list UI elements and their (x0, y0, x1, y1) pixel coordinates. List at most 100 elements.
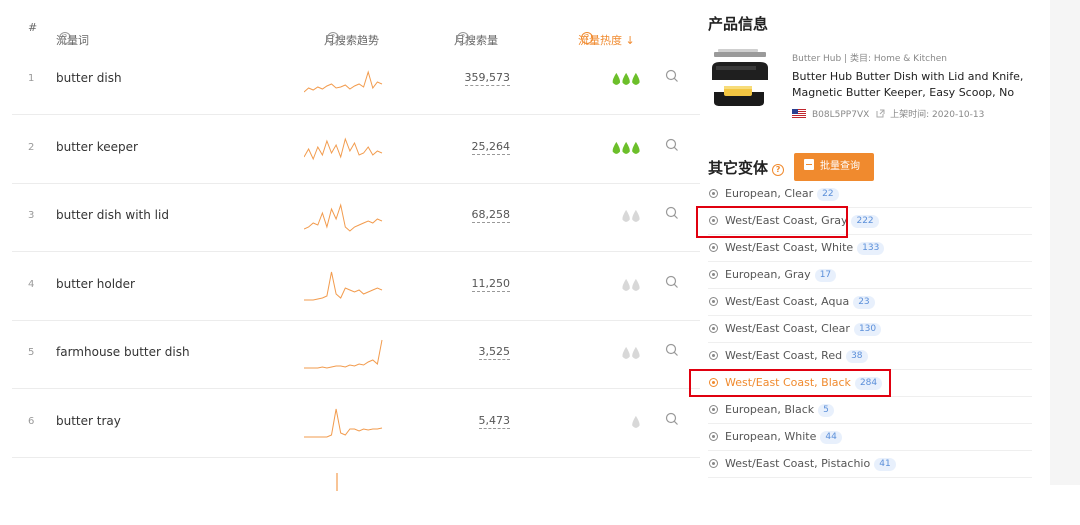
search-volume[interactable]: 359,573 (464, 71, 510, 86)
batch-query-label: 批量查询 (820, 161, 860, 172)
trend-sparkline[interactable] (304, 262, 384, 306)
product-image[interactable] (708, 46, 770, 112)
variant-count-badge: 22 (817, 188, 839, 201)
heat-drop-icon (632, 278, 640, 291)
variant-item[interactable]: West/East Coast, Clear 130 (708, 316, 1032, 343)
keyword-link[interactable]: butter keeper (56, 140, 138, 154)
trend-sparkline[interactable] (304, 399, 384, 443)
product-info-title: 产品信息 (708, 15, 769, 33)
search-icon[interactable] (664, 137, 680, 153)
search-icon[interactable] (664, 411, 680, 427)
asin-link[interactable]: B08L5PP7VX (812, 110, 869, 120)
variant-item[interactable]: European, White 44 (708, 424, 1032, 451)
radio-icon[interactable] (709, 432, 718, 441)
help-icon[interactable]: ? (772, 164, 785, 176)
heat-drop-icon (632, 415, 640, 428)
heat-drop-icon (622, 141, 630, 154)
variant-item[interactable]: West/East Coast, Red 38 (708, 343, 1032, 370)
batch-icon (804, 159, 814, 170)
radio-icon[interactable] (709, 324, 718, 333)
heat-drop-icon (612, 72, 621, 85)
variant-item[interactable]: West/East Coast, White 133 (708, 235, 1032, 262)
radio-icon[interactable] (709, 189, 718, 198)
trend-sparkline[interactable] (304, 330, 384, 374)
trend-sparkline[interactable] (304, 125, 384, 169)
radio-icon[interactable] (709, 243, 718, 252)
radio-icon[interactable] (709, 405, 718, 414)
help-icon[interactable]: ? (457, 32, 469, 44)
row-index: 4 (28, 278, 35, 290)
search-volume[interactable]: 11,250 (471, 277, 510, 292)
trend-sparkline[interactable] (304, 56, 384, 100)
search-icon[interactable] (664, 342, 680, 358)
keyword-link[interactable]: butter dish (56, 71, 122, 85)
variant-label: European, Black (725, 403, 815, 416)
variant-count-badge: 41 (874, 458, 896, 471)
search-icon[interactable] (664, 274, 680, 290)
variant-item[interactable]: West/East Coast, Pistachio 41 (708, 451, 1032, 478)
radio-icon[interactable] (709, 351, 718, 360)
heat-drop-icon (622, 346, 630, 359)
table-row: 4 butter holder 11,250 (12, 252, 700, 321)
external-link-icon[interactable] (876, 109, 885, 118)
row-index: 6 (28, 415, 35, 427)
product-panel: 产品信息 Butter Hub | 类目: Home & Kitchen But… (689, 0, 1036, 485)
search-volume[interactable]: 68,258 (471, 208, 510, 223)
help-icon[interactable]: ? (581, 32, 593, 44)
search-volume[interactable]: 5,473 (478, 414, 510, 429)
heat-drop-icon (632, 209, 640, 222)
help-icon[interactable]: ? (327, 32, 339, 44)
trend-line (304, 203, 383, 232)
radio-icon[interactable] (709, 270, 718, 279)
table-row: 5 farmhouse butter dish 3,525 (12, 320, 700, 389)
side-strip (1050, 0, 1080, 485)
keyword-link[interactable]: butter tray (56, 414, 121, 428)
variant-item[interactable]: European, Gray 17 (708, 262, 1032, 289)
keyword-link[interactable]: butter dish with lid (56, 208, 169, 222)
variant-label: West/East Coast, White (725, 241, 854, 254)
variants-title: 其它变体? (708, 157, 785, 178)
variant-count-badge: 133 (857, 242, 885, 255)
row-index: 3 (28, 210, 35, 221)
variant-item[interactable]: European, Clear 22 (708, 181, 1032, 208)
product-name[interactable]: Butter Hub Butter Dish with Lid and Knif… (792, 69, 1036, 101)
search-icon[interactable] (664, 205, 680, 221)
trend-sparkline[interactable] (304, 193, 384, 237)
search-volume[interactable]: 25,264 (471, 140, 510, 155)
table-row: 3 butter dish with lid 68,258 (12, 183, 700, 252)
variant-count-badge: 222 (851, 215, 879, 228)
search-icon[interactable] (664, 68, 680, 84)
variant-item[interactable]: West/East Coast, Aqua 23 (708, 289, 1032, 316)
heat-drop-icon (632, 346, 640, 359)
highlight-box-gray (696, 206, 848, 238)
radio-icon[interactable] (709, 297, 718, 306)
heat-indicator (612, 141, 640, 154)
search-volume[interactable]: 3,525 (478, 345, 510, 360)
variants-title-label: 其它变体 (708, 159, 769, 177)
variant-label: West/East Coast, Aqua (725, 295, 850, 308)
variant-count-badge: 38 (846, 350, 868, 363)
heat-drop-icon (622, 72, 630, 85)
variant-count-badge: 17 (814, 269, 837, 282)
variant-label: West/East Coast, Clear (725, 322, 850, 335)
table-header: # 流量词? 月搜索趋势? 月搜索量? 流量热度 ↓? (12, 10, 700, 47)
variant-count-badge: 5 (818, 404, 834, 417)
highlight-box-black (689, 369, 891, 397)
variant-count-badge: 44 (820, 431, 842, 444)
batch-query-button[interactable]: 批量查询 (794, 153, 874, 181)
variant-count-badge: 130 (853, 323, 882, 336)
row-index: 5 (28, 347, 35, 358)
listed-date: 上架时间: 2020-10-13 (890, 110, 985, 120)
variant-label: European, Clear (725, 187, 814, 200)
keyword-link[interactable]: farmhouse butter dish (56, 345, 190, 359)
help-icon[interactable]: ? (59, 32, 71, 44)
heat-indicator (622, 209, 640, 222)
variant-item[interactable]: European, Black 5 (708, 397, 1032, 424)
radio-icon[interactable] (709, 459, 718, 468)
heat-drop-icon (632, 141, 640, 154)
product-asin-row: B08L5PP7VX 上架时间: 2020-10-13 (792, 107, 984, 120)
keyword-link[interactable]: butter holder (56, 277, 135, 291)
heat-indicator (622, 278, 640, 291)
trend-line (304, 70, 383, 93)
table-row-partial (12, 457, 700, 525)
